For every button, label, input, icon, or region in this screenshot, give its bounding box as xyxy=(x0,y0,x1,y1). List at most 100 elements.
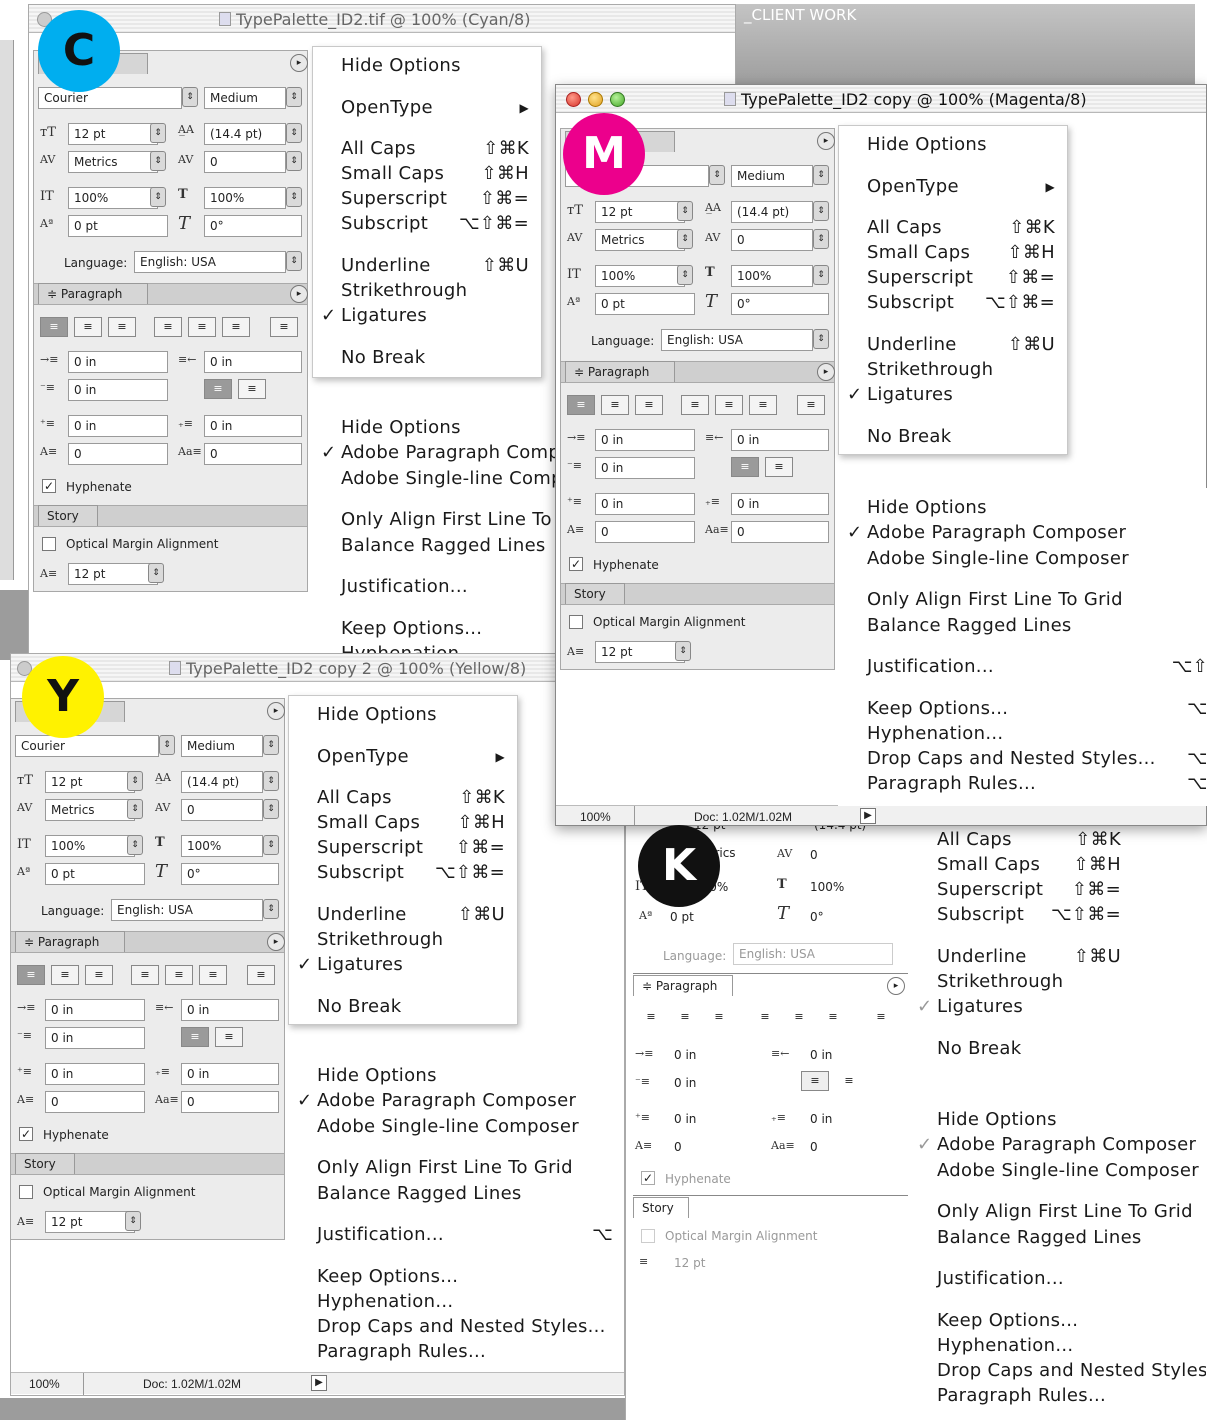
drop-cap-chars-field[interactable]: 0 xyxy=(181,1091,279,1113)
align-center-button[interactable]: ≡ xyxy=(51,965,79,985)
menu-keep-options[interactable]: Keep Options... xyxy=(341,618,482,639)
no-grid-align-button[interactable]: ≡ xyxy=(765,457,793,477)
right-indent-field[interactable]: 0 in xyxy=(181,999,279,1021)
menu-underline[interactable]: Underline ⇧⌘U xyxy=(317,904,505,925)
status-arrow-icon[interactable]: ▶ xyxy=(311,1375,327,1391)
vertical-scale-dropdown-icon[interactable]: ⇕ xyxy=(127,835,143,855)
align-left-button[interactable]: ≡ xyxy=(17,965,45,985)
align-right-button[interactable]: ≡ xyxy=(108,317,136,337)
left-indent-field[interactable]: 0 in xyxy=(45,999,145,1021)
paragraph-tab[interactable]: ≑ Paragraph xyxy=(633,975,733,996)
font-style-field[interactable]: Medium xyxy=(204,87,286,109)
menu-small-caps[interactable]: Small Caps ⇧⌘H xyxy=(937,854,1121,875)
first-line-indent-field[interactable]: 0 in xyxy=(669,1073,749,1095)
language-dropdown-icon[interactable]: ⇕ xyxy=(263,899,279,919)
drop-cap-chars-field[interactable]: 0 xyxy=(805,1137,885,1159)
justify-right-button[interactable]: ≡ xyxy=(222,317,250,337)
hyphenate-checkbox[interactable]: ✓ xyxy=(19,1127,33,1141)
drop-cap-lines-field[interactable]: 0 xyxy=(68,443,168,465)
menu-all-caps[interactable]: All Caps ⇧⌘K xyxy=(341,138,529,159)
align-center-button[interactable]: ≡ xyxy=(74,317,102,337)
tracking-field[interactable]: 0 xyxy=(204,151,286,173)
menu-drop-caps[interactable]: Drop Caps and Nested Styles... ⌥ xyxy=(867,748,1206,769)
menu-hide-options[interactable]: Hide Options xyxy=(317,704,437,725)
grid-align-button[interactable]: ≡ xyxy=(181,1027,209,1047)
menu-drop-caps[interactable]: Drop Caps and Nested Styles xyxy=(937,1360,1206,1381)
menu-paragraph-composer[interactable]: ✓ Adobe Paragraph Composer xyxy=(297,1090,576,1111)
no-grid-align-button[interactable]: ≡ xyxy=(238,379,266,399)
align-right-button[interactable]: ≡ xyxy=(705,1007,733,1027)
left-indent-field[interactable]: 0 in xyxy=(595,429,695,451)
menu-paragraph-composer[interactable]: ✓ Adobe Paragraph Composer xyxy=(847,522,1126,543)
menu-only-align-first-line[interactable]: Only Align First Line To xyxy=(341,509,552,530)
palette-menu-icon[interactable]: ▸ xyxy=(817,132,835,150)
optical-size-dropdown-icon[interactable]: ⇕ xyxy=(125,1211,141,1231)
menu-superscript[interactable]: Superscript ⇧⌘= xyxy=(867,267,1055,288)
menu-paragraph-rules[interactable]: Paragraph Rules... xyxy=(317,1341,486,1362)
optical-margin-checkbox[interactable] xyxy=(42,537,56,551)
menu-hyphenation[interactable]: Hyphenation... xyxy=(867,723,1003,744)
first-line-indent-field[interactable]: 0 in xyxy=(45,1027,145,1049)
drop-cap-chars-field[interactable]: 0 xyxy=(204,443,302,465)
cyan-title-bar[interactable]: TypePalette_ID2.tif @ 100% (Cyan/8) xyxy=(29,5,735,33)
menu-all-caps[interactable]: All Caps ⇧⌘K xyxy=(867,217,1055,238)
space-before-field[interactable]: 0 in xyxy=(595,493,695,515)
menu-hide-options[interactable]: Hide Options xyxy=(317,1065,437,1086)
menu-paragraph-composer[interactable]: ✓ Adobe Paragraph Composer xyxy=(917,1134,1196,1155)
menu-single-line-composer[interactable]: Adobe Single-line Comp xyxy=(341,468,563,489)
paragraph-menu-icon[interactable]: ▸ xyxy=(817,363,835,381)
menu-underline[interactable]: Underline ⇧⌘U xyxy=(341,255,529,276)
story-tab[interactable]: Story xyxy=(15,1153,75,1174)
menu-superscript[interactable]: Superscript ⇧⌘= xyxy=(317,837,505,858)
zoom-level[interactable]: 100% xyxy=(29,1377,60,1391)
palette-menu-icon[interactable]: ▸ xyxy=(267,702,285,720)
drop-cap-lines-field[interactable]: 0 xyxy=(45,1091,145,1113)
justify-all-button[interactable]: ≡ xyxy=(247,965,275,985)
menu-single-line-composer[interactable]: Adobe Single-line Composer xyxy=(937,1160,1199,1181)
language-select[interactable]: English: USA xyxy=(733,943,893,965)
paragraph-tab[interactable]: ≑ Paragraph xyxy=(565,361,675,382)
menu-single-line-composer[interactable]: Adobe Single-line Composer xyxy=(867,548,1129,569)
menu-no-break[interactable]: No Break xyxy=(317,996,401,1017)
font-style-dropdown-icon[interactable]: ⇕ xyxy=(263,735,279,755)
space-after-field[interactable]: 0 in xyxy=(805,1109,885,1131)
font-size-dropdown-icon[interactable]: ⇕ xyxy=(150,123,166,143)
menu-hide-options[interactable]: Hide Options xyxy=(937,1109,1057,1130)
font-family-field[interactable]: Courier xyxy=(15,735,159,757)
menu-justification[interactable]: Justification... ⌥ xyxy=(317,1224,613,1245)
font-family-dropdown-icon[interactable]: ⇕ xyxy=(709,165,725,185)
baseline-shift-field[interactable]: 0 pt xyxy=(665,907,745,929)
font-style-dropdown-icon[interactable]: ⇕ xyxy=(813,165,829,185)
kerning-dropdown-icon[interactable]: ⇕ xyxy=(677,229,693,249)
menu-justification[interactable]: Justification... ⌥⇧ xyxy=(867,656,1206,677)
optical-size-dropdown-icon[interactable]: ⇕ xyxy=(675,641,691,661)
align-left-button[interactable]: ≡ xyxy=(40,317,68,337)
optical-size-field[interactable]: 12 pt xyxy=(669,1253,739,1275)
space-before-field[interactable]: 0 in xyxy=(68,415,168,437)
space-before-field[interactable]: 0 in xyxy=(45,1063,145,1085)
menu-paragraph-rules[interactable]: Paragraph Rules... xyxy=(937,1385,1106,1406)
skew-field[interactable]: 0° xyxy=(731,293,829,315)
menu-balance-ragged-lines[interactable]: Balance Ragged Lines xyxy=(341,535,546,556)
grid-align-button[interactable]: ≡ xyxy=(204,379,232,399)
justify-center-button[interactable]: ≡ xyxy=(785,1007,813,1027)
leading-dropdown-icon[interactable]: ⇕ xyxy=(286,123,302,143)
kerning-field[interactable]: Metrics xyxy=(595,229,685,251)
menu-only-align-first-line[interactable]: Only Align First Line To Grid xyxy=(937,1201,1193,1222)
menu-strikethrough[interactable]: Strikethrough xyxy=(317,929,443,950)
justify-left-button[interactable]: ≡ xyxy=(751,1007,779,1027)
no-grid-align-button[interactable]: ≡ xyxy=(215,1027,243,1047)
horizontal-scale-dropdown-icon[interactable]: ⇕ xyxy=(286,187,302,207)
optical-margin-checkbox[interactable] xyxy=(19,1185,33,1199)
font-size-dropdown-icon[interactable]: ⇕ xyxy=(677,201,693,221)
menu-no-break[interactable]: No Break xyxy=(341,347,425,368)
align-center-button[interactable]: ≡ xyxy=(601,395,629,415)
space-after-field[interactable]: 0 in xyxy=(731,493,829,515)
horizontal-scale-field[interactable]: 100% xyxy=(731,265,813,287)
skew-field[interactable]: 0° xyxy=(805,907,885,929)
vertical-scale-field[interactable]: 100% xyxy=(68,187,158,209)
align-right-button[interactable]: ≡ xyxy=(635,395,663,415)
menu-small-caps[interactable]: Small Caps ⇧⌘H xyxy=(317,812,505,833)
tracking-dropdown-icon[interactable]: ⇕ xyxy=(286,151,302,171)
menu-balance-ragged-lines[interactable]: Balance Ragged Lines xyxy=(937,1227,1142,1248)
